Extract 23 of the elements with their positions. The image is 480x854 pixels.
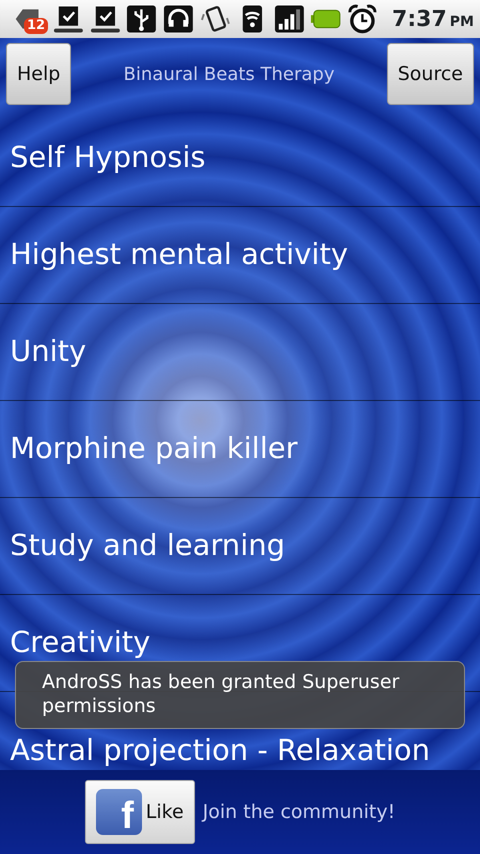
headset-icon (163, 4, 194, 34)
source-button[interactable]: Source (386, 43, 474, 105)
superuser-toast: AndroSS has been granted Superuser permissions (15, 661, 465, 728)
list-item[interactable]: Unity (10, 335, 86, 369)
list-item[interactable]: Self Hypnosis (10, 141, 206, 175)
signal-icon (274, 4, 304, 34)
download-done-icon (52, 4, 84, 34)
alarm-clock-icon (347, 4, 378, 34)
list-item[interactable]: Creativity (10, 626, 150, 660)
list-item[interactable]: Highest mental activity (10, 238, 348, 272)
notification-count: 12 (24, 18, 48, 34)
app-title: Binaural Beats Therapy (124, 62, 334, 86)
facebook-icon: f (96, 789, 142, 835)
vibrate-icon (200, 4, 231, 34)
list-item[interactable]: Study and learning (10, 529, 286, 563)
clock-time: 7:37 (392, 6, 447, 34)
like-button[interactable]: f Like (84, 780, 195, 844)
help-button[interactable]: Help (6, 43, 72, 105)
community-caption: Join the community! (202, 800, 396, 825)
list-item[interactable]: Morphine pain killer (10, 432, 298, 466)
usb-icon (126, 4, 158, 34)
download-done-icon (90, 4, 120, 34)
clock-meridiem: PM (450, 12, 474, 32)
